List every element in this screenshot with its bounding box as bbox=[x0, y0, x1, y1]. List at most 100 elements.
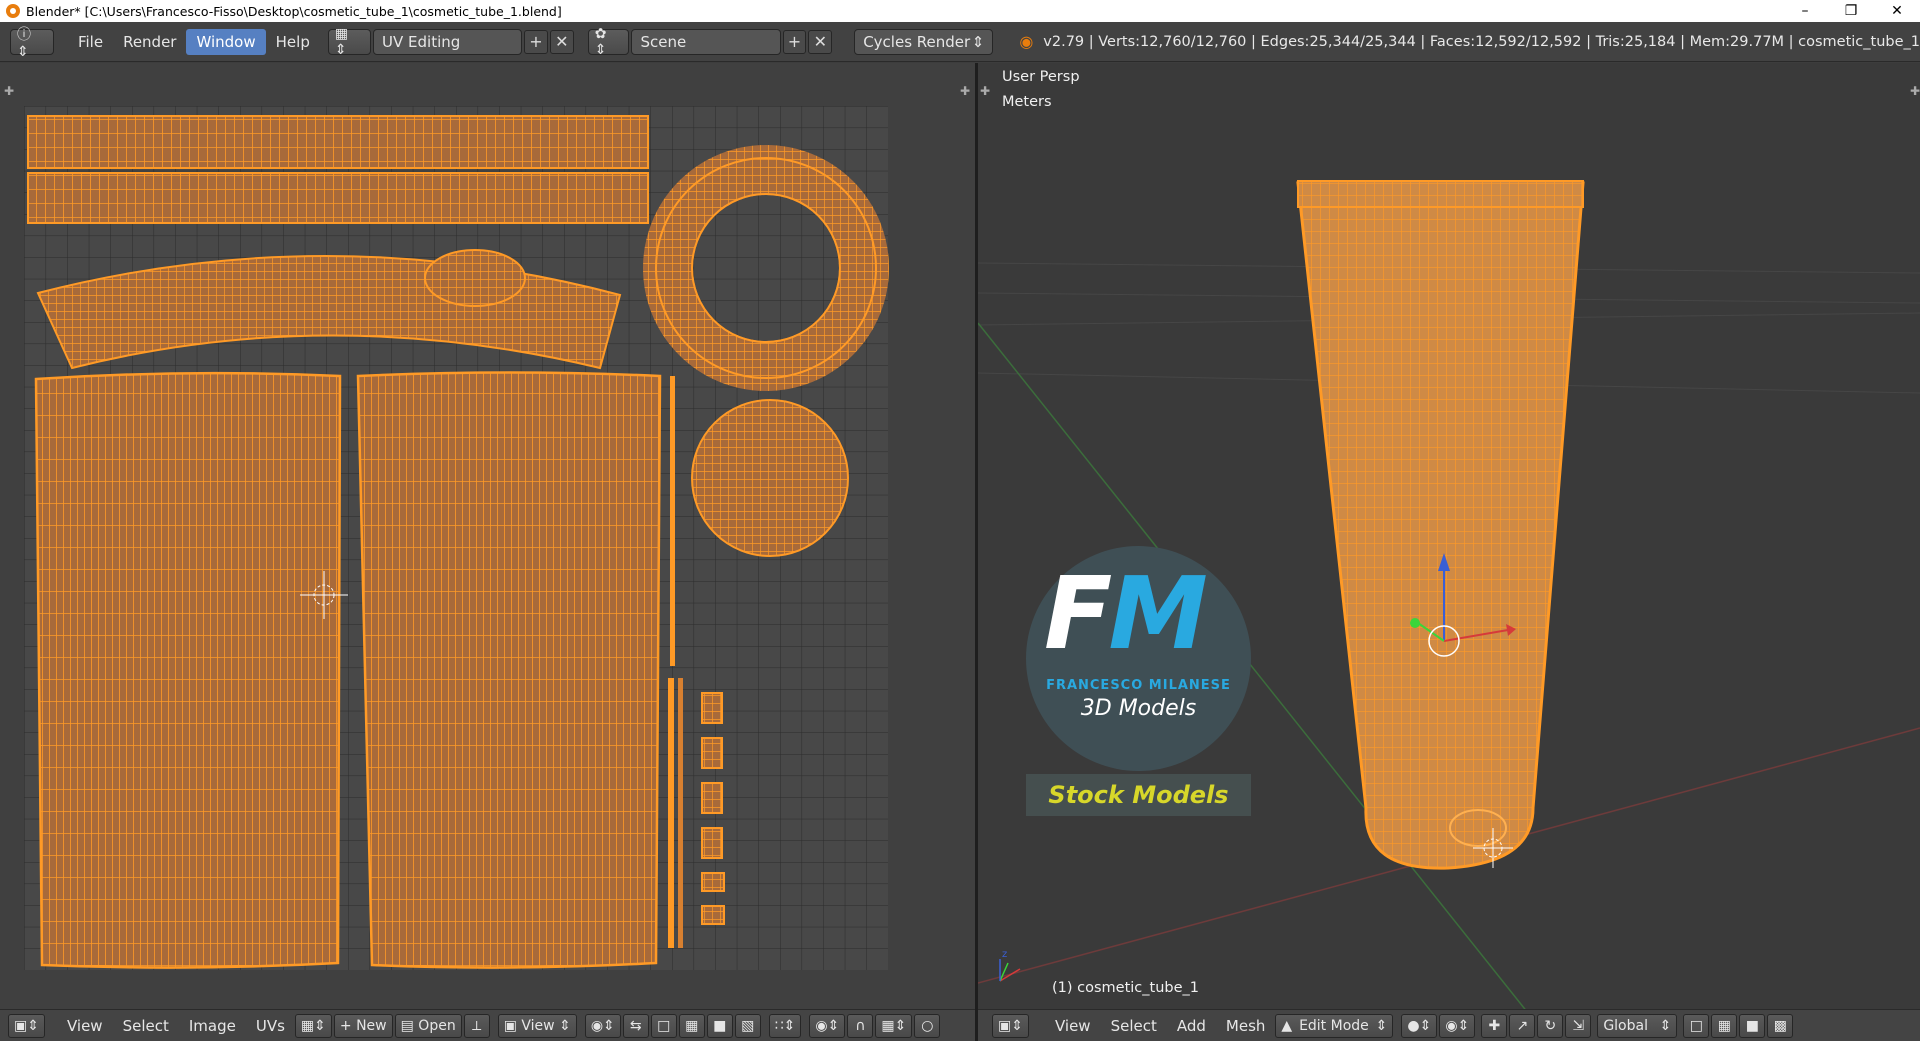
viewport-corner-widget-left-icon[interactable]: ✚ bbox=[980, 84, 990, 98]
occlude-geometry-button[interactable]: ▩ bbox=[1767, 1013, 1794, 1038]
scene-icon: ✿ ⇕ bbox=[594, 25, 607, 58]
plus-icon: + bbox=[339, 1017, 352, 1034]
editor-type-info-button[interactable]: ⓘ ⇕ bbox=[10, 27, 54, 60]
viewport-shading-button[interactable]: ●⇕ bbox=[1401, 1013, 1438, 1038]
viewport-canvas[interactable]: z ✚ ✚ bbox=[977, 63, 1920, 1014]
viewport-menu-add[interactable]: Add bbox=[1167, 1017, 1216, 1035]
rotate-icon: ↻ bbox=[1544, 1017, 1557, 1034]
interaction-mode-label: Edit Mode bbox=[1299, 1017, 1369, 1034]
remove-scene-icon[interactable]: ✕ bbox=[808, 29, 833, 54]
sticky-select-icon: ∷⇕ bbox=[774, 1017, 796, 1034]
transform-orientation-select[interactable]: Global ⇕ bbox=[1597, 1013, 1678, 1038]
sync-icon: ⇆ bbox=[629, 1017, 642, 1034]
vertex-select-button[interactable]: □ bbox=[650, 1013, 677, 1038]
uv-corner-widget-icon[interactable]: ✚ bbox=[4, 84, 14, 98]
updown-arrows-icon: ⇕ bbox=[1659, 1017, 1672, 1034]
menu-render[interactable]: Render bbox=[113, 29, 186, 55]
viewport-menu-mesh[interactable]: Mesh bbox=[1216, 1017, 1276, 1035]
scene-browse-button[interactable]: ✿ ⇕ bbox=[587, 25, 630, 58]
open-image-button[interactable]: ▤ Open bbox=[394, 1013, 462, 1038]
watermark-banner: Stock Models bbox=[1026, 774, 1251, 816]
remove-layout-icon[interactable]: ✕ bbox=[549, 29, 574, 54]
uv-menu-select[interactable]: Select bbox=[113, 1017, 179, 1035]
snap-element-button[interactable]: ▦⇕ bbox=[875, 1013, 913, 1038]
window-title: Blender* [C:\Users\Francesco-Fisso\Deskt… bbox=[26, 3, 562, 19]
face-select-icon: ■ bbox=[1745, 1017, 1759, 1034]
magnet-icon: ∩ bbox=[855, 1017, 866, 1034]
uv-menu-uvs[interactable]: UVs bbox=[246, 1017, 295, 1035]
vertex-select-icon: □ bbox=[657, 1017, 671, 1034]
tube-mesh[interactable] bbox=[1296, 180, 1585, 870]
3d-viewport[interactable]: z ✚ ✚ User Persp Meters (1) cosmetic_tub… bbox=[977, 63, 1920, 1014]
minimize-icon[interactable]: – bbox=[1782, 0, 1828, 22]
view-name-label: User Persp bbox=[1002, 69, 1080, 85]
snap-element-icon: ▦⇕ bbox=[881, 1017, 907, 1034]
watermark-brand: FRANCESCO MILANESE bbox=[1046, 678, 1231, 693]
image-editor-icon: ▣⇕ bbox=[14, 1017, 39, 1034]
pin-image-button[interactable]: ⟂ bbox=[463, 1013, 490, 1038]
scene-name-field[interactable]: Scene bbox=[631, 28, 781, 55]
menu-file[interactable]: File bbox=[68, 29, 113, 55]
sticky-select-button[interactable]: ∷⇕ bbox=[768, 1013, 802, 1038]
new-image-label: New bbox=[356, 1017, 387, 1034]
snap-toggle-button[interactable]: ∩ bbox=[847, 1013, 874, 1038]
pivot-point-button[interactable]: ◉⇕ bbox=[1439, 1013, 1476, 1038]
new-image-button[interactable]: + New bbox=[333, 1013, 393, 1038]
manipulator-icon: ✚ bbox=[1488, 1017, 1501, 1034]
uv-extra-button[interactable]: ○ bbox=[914, 1013, 941, 1038]
uv-corner-widget-right-icon[interactable]: ✚ bbox=[960, 84, 970, 98]
render-engine-label: Cycles Render bbox=[863, 32, 971, 51]
layout-grid-icon: ▦ ⇕ bbox=[334, 25, 349, 58]
uv-island-body-right bbox=[356, 371, 662, 969]
uv-menu-view[interactable]: View bbox=[57, 1017, 113, 1035]
edge-select-button[interactable]: ▦ bbox=[678, 1013, 705, 1038]
watermark-logo-letters: FM bbox=[1044, 555, 1208, 672]
face-select-button[interactable]: ■ bbox=[706, 1013, 733, 1038]
sculpt-icon: ○ bbox=[921, 1017, 934, 1034]
vertex-select-mode-button[interactable]: □ bbox=[1683, 1013, 1710, 1038]
pivot-icon: ◉⇕ bbox=[1445, 1017, 1470, 1034]
image-browse-button[interactable]: ▦⇕ bbox=[294, 1013, 332, 1038]
menu-window[interactable]: Window bbox=[186, 28, 266, 55]
watermark-logo-circle: FM FRANCESCO MILANESE 3D Models bbox=[1026, 546, 1251, 771]
uv-menu-image[interactable]: Image bbox=[179, 1017, 246, 1035]
info-icon: ⓘ ⇕ bbox=[17, 26, 31, 60]
pin-icon: ⟂ bbox=[472, 1017, 482, 1034]
island-select-button[interactable]: ▧ bbox=[734, 1013, 761, 1038]
add-layout-icon[interactable]: + bbox=[524, 29, 548, 54]
uv-image-editor[interactable]: ✚ ✚ bbox=[0, 63, 975, 1009]
folder-icon: ▤ bbox=[400, 1017, 414, 1034]
blender-logo-icon bbox=[6, 4, 20, 18]
layout-browse-button[interactable]: ▦ ⇕ bbox=[327, 25, 372, 58]
solid-shading-icon: ●⇕ bbox=[1407, 1017, 1432, 1034]
scale-manipulator-button[interactable]: ⇲ bbox=[1565, 1013, 1592, 1038]
viewport-menu-view[interactable]: View bbox=[1045, 1017, 1101, 1035]
uv-island-thin-strip-3 bbox=[678, 678, 683, 948]
proportional-edit-button[interactable]: ◉⇕ bbox=[809, 1013, 846, 1038]
close-icon[interactable]: ✕ bbox=[1874, 0, 1920, 22]
layout-name-field[interactable]: UV Editing bbox=[373, 28, 523, 55]
uv-view-select[interactable]: ▣ View ⇕ bbox=[497, 1013, 577, 1038]
render-engine-select[interactable]: Cycles Render ⇕ bbox=[854, 28, 994, 55]
face-select-mode-button[interactable]: ■ bbox=[1739, 1013, 1766, 1038]
proportional-edit-icon: ◉⇕ bbox=[815, 1017, 840, 1034]
pivot-icon: ◉⇕ bbox=[590, 1017, 615, 1034]
edge-select-mode-button[interactable]: ▦ bbox=[1711, 1013, 1738, 1038]
menu-help[interactable]: Help bbox=[266, 29, 320, 55]
rotate-manipulator-button[interactable]: ↻ bbox=[1537, 1013, 1564, 1038]
viewport-corner-widget-icon[interactable]: ✚ bbox=[1910, 84, 1920, 98]
uv-editor-type-button[interactable]: ▣⇕ bbox=[8, 1013, 45, 1038]
scene-statistics: v2.79 | Verts:12,760/12,760 | Edges:25,3… bbox=[1043, 33, 1920, 50]
manipulator-toggle-button[interactable]: ✚ bbox=[1481, 1013, 1508, 1038]
interaction-mode-select[interactable]: ▲ Edit Mode ⇕ bbox=[1275, 1013, 1394, 1038]
viewport-menu-select[interactable]: Select bbox=[1101, 1017, 1167, 1035]
view-mode-icon: ▣ bbox=[503, 1017, 517, 1034]
pivot-button[interactable]: ◉⇕ bbox=[584, 1013, 621, 1038]
restore-icon[interactable]: ❐ bbox=[1828, 0, 1874, 22]
uv-canvas[interactable]: ✚ ✚ bbox=[0, 63, 975, 1009]
translate-manipulator-button[interactable]: ↗ bbox=[1509, 1013, 1536, 1038]
add-scene-icon[interactable]: + bbox=[782, 29, 807, 54]
sync-selection-button[interactable]: ⇆ bbox=[622, 1013, 649, 1038]
object-name-label: (1) cosmetic_tube_1 bbox=[1052, 980, 1200, 996]
viewport-editor-type-button[interactable]: ▣⇕ bbox=[992, 1013, 1029, 1038]
